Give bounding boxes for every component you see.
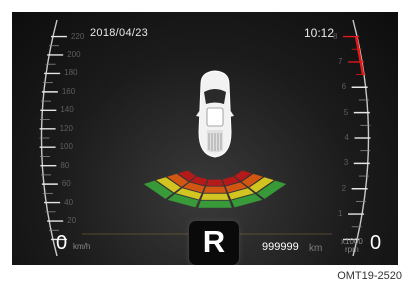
speedometer-scale-label: 180 [64, 68, 78, 78]
date-display: 2018/04/23 [90, 27, 149, 39]
instrument-cluster-display: 2018/04/23 10:12 220 200 180 160 140 120 100 80… [12, 12, 398, 265]
tachometer-scale-label: 1 [338, 209, 343, 219]
tachometer-redline [354, 36, 365, 75]
tachometer-scale-label: 7 [338, 56, 343, 66]
tachometer-scale-label: 8 [333, 31, 338, 41]
speedometer-scale-label: 220 [70, 31, 85, 41]
parking-sensor-zones [143, 170, 287, 208]
speedometer-scale-label: 80 [60, 160, 70, 170]
speed-unit-label: km/h [73, 242, 91, 251]
speedometer-ticks [39, 35, 67, 241]
odometer-value: 999999 [262, 241, 299, 253]
rpm-unit-text: rpm [345, 245, 359, 254]
speedometer-scale-label: 200 [67, 49, 81, 59]
tachometer-scale-label: 2 [341, 183, 347, 193]
speedometer-scale-label: 160 [61, 86, 76, 96]
tachometer-scale-label: 5 [343, 107, 349, 117]
clock-display: 10:12 [304, 26, 335, 40]
speedometer-scale-label: 100 [59, 142, 73, 152]
rpm-unit-label: x1000 rpm [341, 238, 363, 254]
car-top-view-icon [196, 70, 234, 158]
figure-code-label: OMT19-2520 [337, 270, 402, 282]
parking-sensor-segment [203, 186, 227, 193]
speedometer-scale-label: 20 [67, 216, 77, 226]
gear-indicator: R [188, 220, 240, 265]
parking-sensor-segment [206, 179, 224, 186]
tachometer-scale-label: 3 [343, 158, 349, 168]
parking-sensor-segment [198, 200, 232, 208]
speedometer-scale-label: 60 [61, 179, 71, 189]
tachometer-zero-label: 0 [370, 232, 382, 254]
tachometer-scale-label: 4 [344, 133, 349, 142]
speedometer-zero-label: 0 [56, 232, 68, 254]
speedometer-scale-label: 120 [59, 123, 73, 133]
tachometer-scale-label: 6 [341, 82, 347, 92]
speedometer-scale-label: 140 [60, 105, 74, 115]
gear-letter: R [202, 224, 226, 259]
speedometer-scale-label: 40 [64, 197, 74, 207]
odometer-unit: km [309, 243, 323, 254]
parking-sensor-segment [201, 193, 229, 200]
